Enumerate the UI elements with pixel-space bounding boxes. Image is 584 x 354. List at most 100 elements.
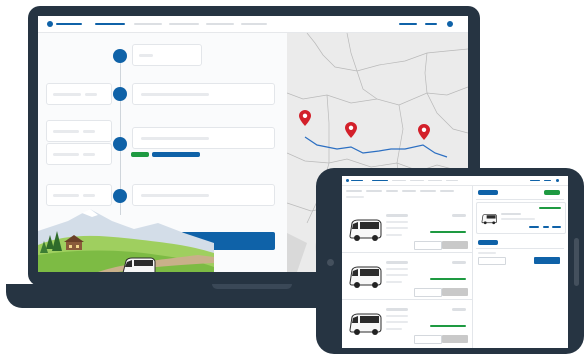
- filter-text: [346, 196, 364, 198]
- summary-badge: [544, 190, 560, 195]
- nav-item[interactable]: [134, 23, 162, 25]
- result-row[interactable]: [342, 208, 472, 252]
- booking-panel: [38, 33, 287, 272]
- summary-action[interactable]: [552, 226, 561, 228]
- field-placeholder: [141, 93, 209, 96]
- nav-item-active[interactable]: [372, 180, 388, 181]
- result-row[interactable]: [342, 255, 472, 299]
- bus-icon: [349, 266, 382, 288]
- brand-name-placeholder: [351, 180, 363, 181]
- via-field[interactable]: [132, 127, 275, 149]
- header-link[interactable]: [530, 180, 540, 181]
- summary-divider: [476, 199, 564, 200]
- filter-chip[interactable]: [420, 190, 436, 192]
- nav-item[interactable]: [446, 180, 458, 181]
- field-placeholder: [141, 137, 209, 140]
- filter-chip[interactable]: [440, 190, 454, 192]
- row-price: [452, 308, 466, 311]
- return-date-field[interactable]: [46, 184, 112, 206]
- user-icon[interactable]: [447, 21, 453, 27]
- row-detail: [386, 274, 408, 276]
- summary-action[interactable]: [529, 226, 539, 228]
- summary-price: [539, 207, 561, 209]
- row-availability: [430, 325, 466, 327]
- row-title: [386, 261, 408, 264]
- summary-line: [501, 218, 535, 220]
- result-row[interactable]: [342, 302, 472, 346]
- column-divider: [472, 186, 473, 348]
- filter-chip[interactable]: [386, 190, 398, 192]
- row-title: [386, 214, 408, 217]
- field-placeholder: [53, 130, 79, 133]
- header-link[interactable]: [399, 23, 417, 25]
- row-divider: [342, 252, 472, 253]
- field-placeholder: [85, 93, 97, 96]
- row-secondary-button[interactable]: [414, 335, 442, 344]
- row-detail: [386, 227, 408, 229]
- row-detail: [386, 234, 402, 236]
- summary-line: [501, 213, 521, 215]
- summary-heading: [478, 190, 498, 195]
- row-detail: [386, 221, 408, 223]
- row-detail: [386, 281, 402, 283]
- bus-icon: [122, 257, 156, 272]
- field-placeholder: [83, 130, 95, 133]
- logo-dot-icon: [346, 179, 349, 182]
- row-availability: [430, 231, 466, 233]
- row-select-button[interactable]: [442, 241, 468, 249]
- nav-item[interactable]: [428, 180, 442, 181]
- field-placeholder: [53, 153, 79, 156]
- map-pin-icon: [299, 110, 311, 126]
- timeline-stop-1: [113, 49, 127, 63]
- row-detail: [386, 268, 408, 270]
- map-pin-icon: [345, 122, 357, 138]
- row-price: [452, 261, 466, 264]
- timeline-stop-2: [113, 87, 127, 101]
- timeline-stop-4: [113, 189, 127, 203]
- date-field[interactable]: [46, 83, 112, 105]
- section-text: [478, 252, 496, 254]
- status-tag: [131, 152, 149, 157]
- bus-icon: [349, 313, 382, 335]
- tablet-camera: [327, 259, 334, 266]
- departure-field[interactable]: [132, 44, 202, 66]
- nav-item[interactable]: [241, 23, 267, 25]
- user-icon[interactable]: [556, 179, 559, 182]
- summary-action[interactable]: [543, 226, 549, 228]
- row-divider: [342, 299, 472, 300]
- filter-chip[interactable]: [402, 190, 416, 192]
- row-select-button[interactable]: [442, 335, 468, 343]
- tablet-screen: [342, 176, 568, 348]
- section-divider: [476, 248, 564, 249]
- progress-tag: [152, 152, 200, 157]
- nav-item[interactable]: [169, 23, 199, 25]
- filter-chip[interactable]: [366, 190, 382, 192]
- row-price: [452, 214, 466, 217]
- row-secondary-button[interactable]: [414, 241, 442, 250]
- nav-item[interactable]: [392, 180, 406, 181]
- time-field[interactable]: [46, 120, 112, 142]
- section-heading: [478, 240, 498, 245]
- nav-item-active[interactable]: [95, 23, 125, 25]
- header-link[interactable]: [425, 23, 437, 25]
- row-secondary-button[interactable]: [414, 288, 442, 297]
- logo-dot-icon: [47, 21, 53, 27]
- continue-button[interactable]: [534, 257, 560, 264]
- field-placeholder: [139, 54, 153, 57]
- passengers-field[interactable]: [46, 143, 112, 165]
- promo-code-input[interactable]: [478, 257, 506, 265]
- bus-icon: [349, 219, 382, 241]
- stop-field[interactable]: [132, 83, 275, 105]
- nav-item[interactable]: [206, 23, 234, 25]
- filter-chip[interactable]: [346, 190, 362, 192]
- destination-field[interactable]: [132, 184, 275, 206]
- header-link[interactable]: [544, 180, 551, 181]
- nav-item[interactable]: [410, 180, 424, 181]
- brand-name-placeholder: [56, 23, 82, 25]
- summary-card: [476, 202, 566, 234]
- laptop-hinge-notch: [212, 284, 292, 289]
- row-detail: [386, 315, 408, 317]
- row-select-button[interactable]: [442, 288, 468, 296]
- field-placeholder: [83, 153, 95, 156]
- tablet-header: [342, 176, 568, 186]
